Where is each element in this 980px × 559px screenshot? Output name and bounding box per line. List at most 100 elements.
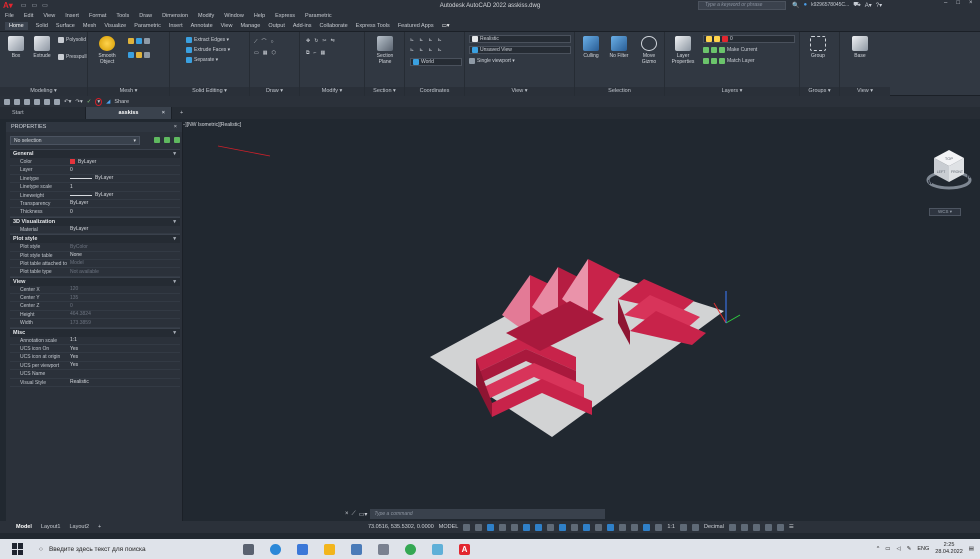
annotation-scale[interactable]: 1:1 (667, 524, 675, 530)
property-section-header[interactable]: 3D Visualization (10, 216, 180, 227)
tab-featured-apps[interactable]: Featured Apps (398, 23, 434, 29)
viewcube[interactable]: TOP LEFT FRONT N W (926, 144, 972, 200)
workspace-switching-icon[interactable] (679, 523, 687, 531)
user-icon[interactable]: ● (803, 2, 807, 8)
panel-label[interactable]: Draw ▾ (250, 87, 299, 96)
snap-icon[interactable] (475, 523, 483, 531)
property-row[interactable]: Plot style ByColor (10, 243, 180, 252)
annotation-visibility-icon[interactable] (643, 523, 651, 531)
add-layout-button[interactable]: + (98, 524, 101, 530)
property-row[interactable]: Linetype ByLayer (10, 175, 180, 184)
auto-scale-icon[interactable] (655, 523, 663, 531)
saved-view-dropdown[interactable]: Unsaved View (469, 46, 571, 54)
property-row[interactable]: Transparency ByLayer (10, 200, 180, 209)
coordinates-readout[interactable]: 73.0516, 535.5302, 0.0000 (368, 524, 434, 530)
polysolid-button[interactable]: Polysolid (58, 37, 86, 43)
save-icon[interactable] (24, 98, 30, 105)
search-icon[interactable]: 🔍 (792, 2, 799, 9)
menu-item[interactable]: Dimension (162, 13, 188, 19)
presspull-button[interactable]: Presspull (58, 54, 87, 60)
store-icon[interactable] (297, 543, 308, 555)
make-current-button[interactable]: Make Current (703, 47, 757, 53)
grid-icon[interactable] (463, 523, 471, 531)
tab-surface[interactable]: Surface (56, 23, 75, 29)
object-snap-tracking-icon[interactable] (535, 523, 543, 531)
edge-icon[interactable] (270, 543, 281, 555)
autocad-taskbar-icon[interactable]: A (459, 543, 470, 555)
photos-icon[interactable] (378, 543, 389, 555)
property-section-header[interactable]: Misc (10, 327, 180, 338)
property-row[interactable]: Material ByLayer (10, 226, 180, 235)
title-quick-icons[interactable]: ▭ ▭ ▭ (21, 2, 48, 9)
model-canvas[interactable] (174, 119, 980, 521)
box-button[interactable]: Box (2, 36, 30, 59)
draw-tools-row[interactable]: ▭ ▦ ⬡ (254, 50, 276, 56)
ucs-tools-row[interactable]: ⊾ ⊾ ⊾ ⊾ (410, 47, 442, 53)
property-value[interactable]: 0 (70, 302, 180, 309)
notifications-icon[interactable]: ▤ (969, 546, 974, 552)
panel-label[interactable]: View ▾ (840, 87, 890, 96)
autodesk-a360-icon[interactable]: A▾ (865, 2, 872, 9)
menu-item[interactable]: Tools (116, 13, 129, 19)
property-value[interactable]: 173.3859 (70, 319, 180, 326)
menu-item[interactable]: Window (224, 13, 244, 19)
close-tab-icon[interactable]: × (162, 110, 165, 116)
no-filter-button[interactable]: No Filter (605, 36, 633, 59)
tab-layout1[interactable]: Layout1 (41, 524, 61, 530)
gizmo-icon[interactable] (631, 523, 639, 531)
quick-select-icon[interactable] (174, 137, 180, 143)
command-input[interactable]: Type a command (370, 509, 605, 519)
toggle-pickadd-icon[interactable] (154, 137, 160, 143)
tab-manage[interactable]: Manage (240, 23, 260, 29)
smooth-object-button[interactable]: Smooth Object (92, 36, 122, 65)
explorer-icon[interactable] (324, 543, 335, 555)
menu-item[interactable]: Express (275, 13, 295, 19)
property-row[interactable]: Thickness 0 (10, 208, 180, 217)
taskbar-search[interactable]: ○ Введите здесь текст для поиска (39, 539, 195, 559)
command-icon[interactable]: ⟋ (352, 511, 356, 518)
property-value[interactable]: Yes (70, 353, 180, 360)
tab-solid[interactable]: Solid (36, 23, 48, 29)
property-row[interactable]: UCS icon at origin Yes (10, 353, 180, 362)
selection-cycling-icon[interactable] (583, 523, 591, 531)
property-value[interactable]: 120 (70, 286, 180, 293)
mail-icon[interactable] (351, 543, 362, 555)
autocad-logo-icon[interactable]: A▾ (3, 1, 13, 10)
culling-button[interactable]: Culling (577, 36, 605, 59)
match-layer-button[interactable]: Match Layer (703, 58, 755, 64)
plot-icon[interactable] (44, 98, 50, 105)
tab-parametric[interactable]: Parametric (134, 23, 161, 29)
customize-qat-icon[interactable]: ▾ (95, 97, 103, 106)
open-icon[interactable] (14, 98, 20, 105)
tray-arrow-icon[interactable]: ^ (877, 546, 880, 552)
windows-start-icon[interactable] (12, 543, 24, 555)
print-icon[interactable] (54, 98, 60, 105)
property-row[interactable]: Annotation scale 1:1 (10, 337, 180, 346)
user-name[interactable]: k9296578045C... (811, 2, 849, 8)
property-value[interactable]: 0 (70, 166, 180, 173)
task-view-icon[interactable] (243, 543, 254, 555)
property-value[interactable]: ByLayer (70, 192, 180, 199)
lock-ui-icon[interactable] (740, 523, 748, 531)
ucs-world-dropdown[interactable]: World (410, 58, 462, 66)
modify-tools-row[interactable]: ✥ ↻ ✂ ⇋ (306, 38, 335, 44)
property-section-header[interactable]: Plot style (10, 234, 180, 244)
property-row[interactable]: Height 464.3824 (10, 311, 180, 320)
menu-item[interactable]: Edit (24, 13, 33, 19)
menu-item[interactable]: Format (89, 13, 106, 19)
network-icon[interactable]: ▭ (885, 546, 890, 552)
redo-icon[interactable]: ↷▾ (75, 99, 82, 105)
chrome-icon[interactable] (405, 543, 416, 555)
tab-express-tools[interactable]: Express Tools (356, 23, 390, 29)
undo-icon[interactable]: ↶▾ (64, 99, 71, 105)
tab-annotate[interactable]: Annotate (191, 23, 213, 29)
property-value[interactable]: Realistic (70, 379, 180, 386)
tab-collaborate[interactable]: Collaborate (320, 23, 348, 29)
ribbon-toggle-icon[interactable]: ▭▾ (442, 23, 450, 29)
menu-item[interactable]: View (43, 13, 55, 19)
group-button[interactable]: Group (804, 36, 832, 59)
property-row[interactable]: Lineweight ByLayer (10, 192, 180, 200)
extrude-faces-button[interactable]: Extrude Faces ▾ (186, 47, 230, 53)
tab-view[interactable]: View (221, 23, 233, 29)
property-value[interactable]: ByLayer (70, 175, 180, 182)
